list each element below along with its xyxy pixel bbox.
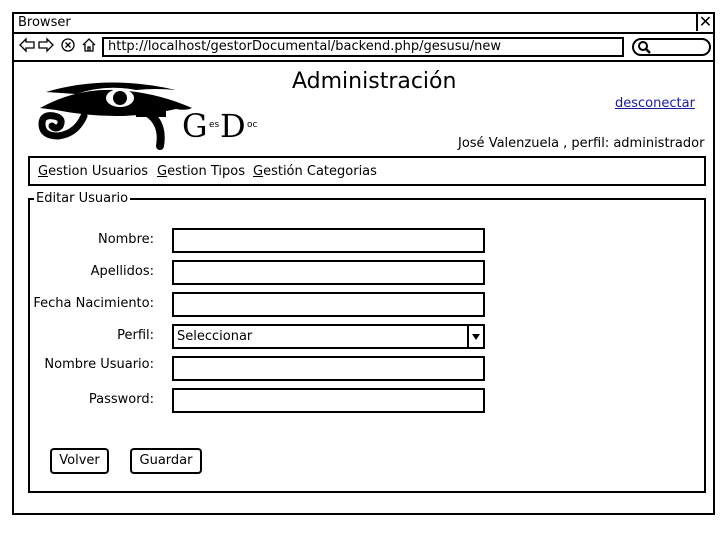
browser-titlebar: Browser ✕ [14, 13, 713, 34]
perfil-label: Perfil: [117, 328, 154, 343]
apellidos-label: Apellidos: [90, 264, 154, 279]
fecha-nacimiento-input[interactable] [172, 292, 485, 317]
logout-link[interactable]: desconectar [615, 96, 695, 111]
browser-title: Browser [18, 15, 71, 30]
address-bar[interactable]: http://localhost/gestorDocumental/backen… [102, 37, 624, 57]
search-icon [637, 40, 651, 58]
perfil-select[interactable]: Seleccionar [172, 324, 485, 349]
back-arrow-icon[interactable] [19, 37, 35, 57]
fecha-nacimiento-label: Fecha Nacimiento: [33, 296, 154, 311]
home-icon[interactable] [81, 37, 97, 57]
logo-letter-g: G [182, 107, 208, 145]
volver-button[interactable]: Volver [50, 448, 109, 474]
nombre-input[interactable] [172, 228, 485, 253]
gesdoc-logo: G es D oc [36, 78, 296, 150]
menu-item-gestion-categorias[interactable]: Gestión Categorias [253, 163, 377, 180]
logo-letter-d: D [220, 107, 246, 145]
close-icon[interactable]: ✕ [696, 13, 713, 31]
nombre-usuario-label: Nombre Usuario: [44, 357, 154, 372]
eye-of-horus-icon [38, 82, 192, 150]
perfil-selected-value: Seleccionar [177, 329, 253, 344]
chevron-down-icon[interactable] [467, 326, 483, 347]
main-menu: Gestion Usuarios Gestion Tipos Gestión C… [28, 156, 706, 186]
fieldset-legend: Editar Usuario [34, 191, 131, 206]
logo-letters-oc: oc [247, 120, 258, 130]
menu-item-gestion-usuarios[interactable]: Gestion Usuarios [38, 163, 148, 180]
logo-letters-es: es [209, 120, 220, 130]
apellidos-input[interactable] [172, 260, 485, 285]
nombre-usuario-input[interactable] [172, 356, 485, 381]
user-info: José Valenzuela , perfil: administrador [458, 136, 705, 151]
stop-icon[interactable] [60, 37, 76, 57]
search-input[interactable] [632, 38, 711, 56]
menu-item-gestion-tipos[interactable]: Gestion Tipos [157, 163, 245, 180]
nombre-label: Nombre: [97, 232, 154, 247]
password-label: Password: [88, 392, 154, 407]
guardar-button[interactable]: Guardar [130, 448, 202, 474]
page-title: Administración [292, 69, 457, 94]
password-input[interactable] [172, 388, 485, 413]
forward-arrow-icon[interactable] [38, 37, 54, 57]
browser-toolbar: http://localhost/gestorDocumental/backen… [14, 34, 713, 62]
